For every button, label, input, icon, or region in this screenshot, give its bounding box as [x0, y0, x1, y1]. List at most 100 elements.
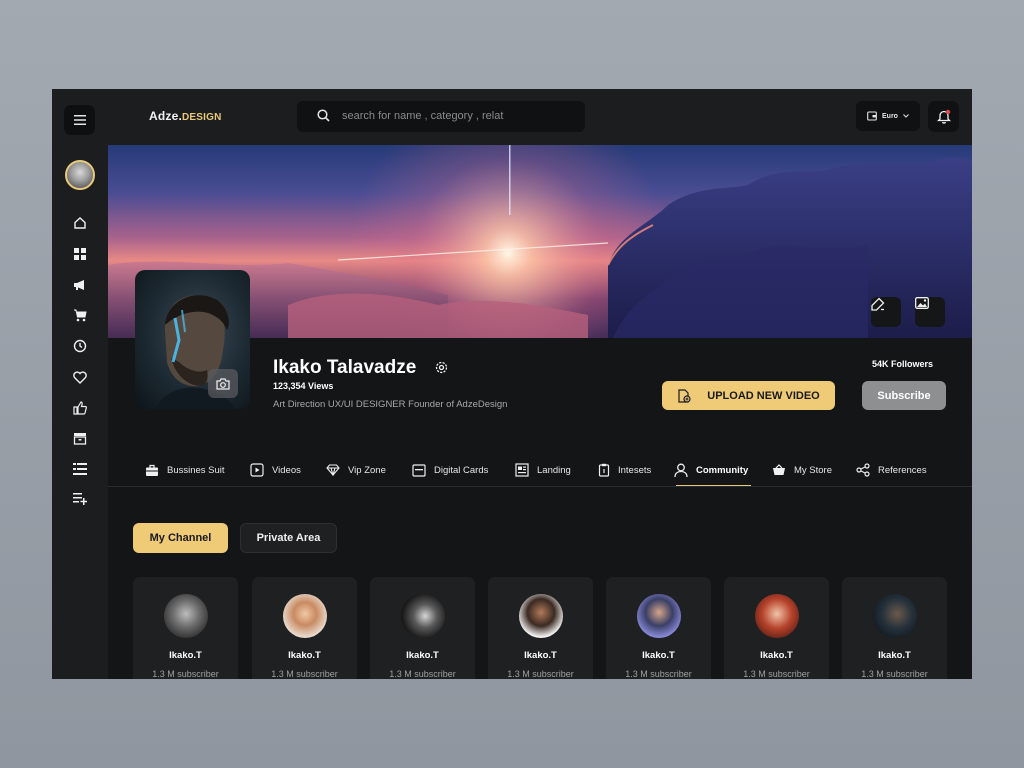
tab-label: Videos	[272, 464, 301, 476]
playlist-add-icon[interactable]	[69, 488, 91, 510]
tab-label: Intesets	[618, 464, 652, 476]
menu-button[interactable]	[64, 105, 95, 135]
subscriber-name: Ikako.T	[169, 650, 202, 661]
change-photo-button[interactable]	[208, 369, 238, 398]
subscriber-card[interactable]: Ikako.T 1.3 M subscriber	[133, 577, 238, 679]
clock-icon[interactable]	[69, 335, 91, 357]
top-bar: Adze.DESIGN search for name , category ,…	[108, 89, 972, 145]
subscriber-avatar	[283, 594, 327, 638]
diamond-icon	[326, 464, 340, 476]
tab-label: Digital Cards	[434, 464, 489, 476]
tab-digital-cards[interactable]: Digital Cards	[412, 459, 488, 481]
camera-icon	[216, 377, 230, 390]
grid-icon[interactable]	[69, 243, 91, 265]
chevron-down-icon	[903, 114, 909, 118]
user-icon	[674, 463, 688, 477]
tab-videos[interactable]: Videos	[250, 459, 301, 481]
subscriber-card[interactable]: Ikako.T 1.3 M subscriber	[724, 577, 829, 679]
subscriber-name: Ikako.T	[642, 650, 675, 661]
search-bar[interactable]: search for name , category , relat	[297, 101, 585, 132]
subscriber-avatar	[755, 594, 799, 638]
subscriber-count: 1.3 M subscriber	[152, 669, 219, 679]
currency-select[interactable]: Euro	[856, 101, 920, 131]
upload-video-button[interactable]: UPLOAD NEW VIDEO	[662, 381, 835, 410]
share-icon	[856, 463, 870, 477]
hamburger-icon	[73, 115, 86, 125]
tab-label: Bussines Suit	[167, 464, 225, 476]
briefcase-icon	[146, 464, 158, 476]
brand-accent: DESIGN	[182, 112, 222, 123]
subscriber-name: Ikako.T	[760, 650, 793, 661]
tabs-divider	[108, 486, 972, 487]
upload-video-label: UPLOAD NEW VIDEO	[707, 389, 820, 402]
avatar[interactable]	[65, 160, 95, 190]
subscriber-count: 1.3 M subscriber	[743, 669, 810, 679]
search-input[interactable]: search for name , category , relat	[342, 110, 503, 122]
change-cover-button[interactable]	[915, 297, 945, 327]
subscriber-name: Ikako.T	[524, 650, 557, 661]
subscriber-count: 1.3 M subscriber	[507, 669, 574, 679]
subscriber-avatar	[519, 594, 563, 638]
subscribe-button[interactable]: Subscribe	[862, 381, 946, 410]
wallet-icon	[867, 111, 877, 121]
cart-icon[interactable]	[69, 304, 91, 326]
layout-icon	[515, 463, 529, 477]
bell-icon	[936, 109, 951, 124]
subscriber-card[interactable]: Ikako.T 1.3 M subscriber	[842, 577, 947, 679]
edit-cover-button[interactable]	[871, 297, 901, 327]
box-icon[interactable]	[69, 427, 91, 449]
edit-icon	[871, 297, 885, 311]
tab-label: Landing	[537, 464, 571, 476]
video-icon	[250, 463, 264, 477]
profile-views: 123,354 Views	[273, 381, 334, 391]
brand-name: Adze.	[149, 109, 183, 123]
subscriber-card[interactable]: Ikako.T 1.3 M subscriber	[606, 577, 711, 679]
notifications-button[interactable]	[928, 101, 959, 132]
tab-references[interactable]: References	[856, 459, 927, 481]
home-icon[interactable]	[69, 212, 91, 234]
tab-label: My Store	[794, 464, 833, 476]
subscriber-avatar	[401, 594, 445, 638]
subscriber-card[interactable]: Ikako.T 1.3 M subscriber	[252, 577, 357, 679]
tab-my-store[interactable]: My Store	[772, 459, 832, 481]
basket-icon	[773, 464, 785, 475]
tab-intesets[interactable]: Intesets	[598, 459, 651, 481]
tab-bussines-suit[interactable]: Bussines Suit	[145, 459, 225, 481]
image-icon	[915, 297, 929, 309]
tab-label: Vip Zone	[348, 464, 386, 476]
subscriber-count: 1.3 M subscriber	[625, 669, 692, 679]
subscriber-count: 1.3 M subscriber	[861, 669, 928, 679]
sidebar	[52, 89, 108, 679]
heart-icon[interactable]	[69, 366, 91, 388]
gear-icon[interactable]	[434, 360, 449, 375]
tab-landing[interactable]: Landing	[515, 459, 571, 481]
megaphone-icon[interactable]	[69, 274, 91, 296]
upload-file-icon	[678, 388, 691, 403]
followers-count: 54K Followers	[872, 359, 934, 369]
subscriber-count: 1.3 M subscriber	[271, 669, 338, 679]
subscriber-name: Ikako.T	[288, 650, 321, 661]
thumbs-up-icon[interactable]	[69, 397, 91, 419]
subscriber-card[interactable]: Ikako.T 1.3 M subscriber	[488, 577, 593, 679]
subscriber-avatar	[164, 594, 208, 638]
profile-name: Ikako Talavadze	[273, 357, 417, 378]
card-icon	[412, 463, 426, 477]
app-window: Adze.DESIGN search for name , category ,…	[52, 89, 972, 679]
my-channel-button[interactable]: My Channel	[133, 523, 228, 553]
search-icon	[317, 109, 330, 122]
tab-vip-zone[interactable]: Vip Zone	[326, 459, 386, 481]
private-area-button[interactable]: Private Area	[240, 523, 337, 553]
subscriber-name: Ikako.T	[406, 650, 439, 661]
profile-bio: Art Direction UX/UI DESIGNER Founder of …	[273, 399, 508, 410]
subscriber-card[interactable]: Ikako.T 1.3 M subscriber	[370, 577, 475, 679]
subscriber-name: Ikako.T	[878, 650, 911, 661]
clipboard-icon	[598, 463, 610, 477]
subscriber-avatar	[637, 594, 681, 638]
currency-label: Euro	[882, 112, 898, 120]
list-icon[interactable]	[69, 458, 91, 480]
brand-logo[interactable]: Adze.DESIGN	[149, 109, 222, 123]
tab-label: Community	[696, 464, 749, 476]
tab-label: References	[878, 464, 927, 476]
tab-community[interactable]: Community	[674, 459, 748, 481]
subscriber-avatar	[873, 594, 917, 638]
